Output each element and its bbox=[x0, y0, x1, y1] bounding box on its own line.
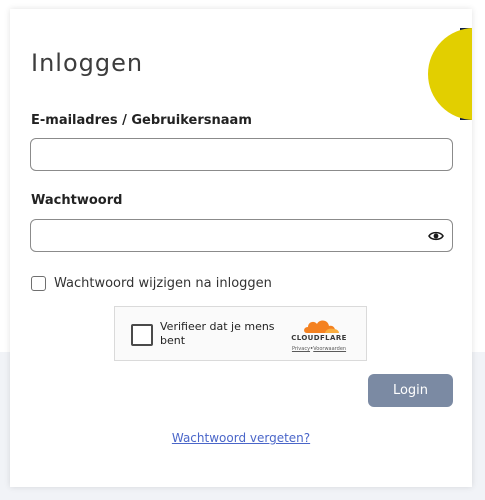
captcha-terms-link[interactable]: Voorwaarden bbox=[313, 346, 346, 352]
captcha-brand: CLOUDFLARE bbox=[291, 334, 347, 342]
captcha-privacy-link[interactable]: Privacy bbox=[292, 346, 310, 352]
captcha-links: Privacy•Voorwaarden bbox=[286, 346, 352, 352]
decorative-yellow-semicircle bbox=[428, 28, 472, 120]
eye-icon[interactable] bbox=[428, 229, 444, 243]
captcha-checkbox[interactable] bbox=[131, 324, 153, 346]
email-field[interactable] bbox=[30, 138, 453, 171]
password-field[interactable] bbox=[30, 219, 453, 252]
password-label: Wachtwoord bbox=[31, 193, 123, 208]
change-password-checkbox[interactable] bbox=[31, 275, 46, 291]
captcha-text: Verifieer dat je mens bent bbox=[160, 320, 275, 347]
change-password-option[interactable]: Wachtwoord wijzigen na inloggen bbox=[31, 274, 272, 292]
cloudflare-cloud-icon bbox=[304, 320, 339, 333]
login-button[interactable]: Login bbox=[368, 374, 453, 407]
captcha-widget: Verifieer dat je mens bent CLOUDFLARE Pr… bbox=[114, 306, 367, 361]
forgot-password-link[interactable]: Wachtwoord vergeten? bbox=[10, 431, 472, 445]
login-card: Inloggen E-mailadres / Gebruikersnaam Wa… bbox=[10, 9, 472, 487]
email-label: E-mailadres / Gebruikersnaam bbox=[31, 113, 252, 128]
page-title: Inloggen bbox=[31, 49, 144, 77]
change-password-label: Wachtwoord wijzigen na inloggen bbox=[54, 275, 272, 291]
